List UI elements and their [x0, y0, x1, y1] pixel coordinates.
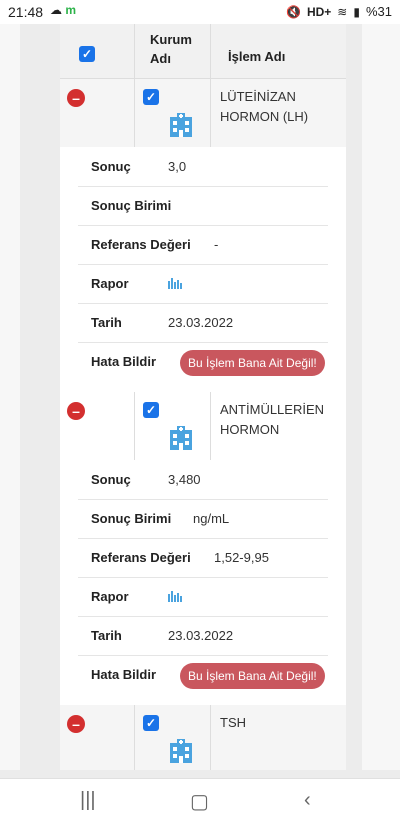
reference-label: Referans Değeri	[91, 237, 191, 252]
cell-divider	[134, 705, 135, 770]
error-label: Hata Bildir	[91, 667, 157, 682]
date-label: Tarih	[91, 315, 122, 330]
cell-divider	[210, 79, 211, 147]
detail-row-report-error: Hata Bildir Bu İşlem Bana Ait Değil!	[78, 655, 328, 694]
wifi-icon: ≋	[337, 4, 348, 19]
mute-icon: 🔇	[286, 4, 301, 19]
detail-row-reference: Referans Değeri 1,52-9,95	[78, 538, 328, 578]
signal-icon: ▮	[353, 4, 360, 19]
header-divider	[210, 24, 211, 78]
table-row: – ✓ TSH	[60, 705, 346, 770]
table-row: – ✓ ANTİMÜLLERİEN HORMON	[60, 392, 346, 460]
detail-row-unit: Sonuç Birimi ng/mL	[78, 499, 328, 539]
app-icon: m	[65, 3, 77, 17]
reference-value: 1,52-9,95	[214, 550, 269, 565]
remove-row-button[interactable]: –	[67, 89, 85, 107]
recent-apps-icon[interactable]: |||	[80, 789, 96, 812]
unit-label: Sonuç Birimi	[91, 511, 172, 526]
not-my-procedure-button[interactable]: Bu İşlem Bana Ait Değil!	[180, 663, 325, 689]
hospital-building-icon	[170, 426, 192, 450]
date-value: 23.03.2022	[168, 315, 234, 330]
unit-value: ng/mL	[193, 511, 230, 526]
report-chart-icon[interactable]	[168, 590, 182, 602]
error-label: Hata Bildir	[91, 354, 157, 369]
detail-row-reference: Referans Değeri -	[78, 225, 328, 265]
header-divider	[134, 24, 135, 78]
cell-divider	[210, 392, 211, 460]
page-margin-right	[362, 24, 400, 770]
procedure-name: LÜTEİNİZAN HORMON (LH)	[220, 89, 309, 124]
detail-row-unit: Sonuç Birimi	[78, 186, 328, 226]
date-label: Tarih	[91, 628, 122, 643]
remove-row-button[interactable]: –	[67, 402, 85, 420]
navigation-bar: ||| ▢ ‹	[0, 778, 400, 823]
cloud-icon: ☁	[50, 3, 62, 17]
result-value: 3,480	[168, 472, 201, 487]
not-my-procedure-button[interactable]: Bu İşlem Bana Ait Değil!	[180, 350, 325, 376]
detail-row-report-error: Hata Bildir Bu İşlem Bana Ait Değil!	[78, 342, 328, 381]
home-icon[interactable]: ▢	[190, 789, 209, 814]
detail-row-report: Rapor	[78, 577, 328, 617]
reference-value: -	[214, 237, 219, 252]
report-label: Rapor	[91, 276, 129, 291]
reference-label: Referans Değeri	[91, 550, 191, 565]
cell-divider	[134, 79, 135, 147]
network-label: HD+	[306, 4, 332, 19]
hospital-building-icon	[170, 113, 192, 137]
procedure-name: ANTİMÜLLERİEN HORMON	[220, 402, 325, 437]
procedure-name: TSH	[220, 715, 246, 730]
unit-label: Sonuç Birimi	[91, 198, 172, 213]
detail-row-result: Sonuç 3,480	[78, 460, 328, 500]
detail-row-date: Tarih 23.03.2022	[78, 616, 328, 656]
back-icon[interactable]: ‹	[304, 789, 311, 812]
detail-row-result: Sonuç 3,0	[78, 147, 328, 187]
header-institution: Kurum Adı	[150, 32, 192, 66]
notification-icons: ☁ m	[50, 3, 76, 17]
system-icons: 🔇 HD+ ≋ ▮ %31	[286, 4, 392, 19]
detail-row-date: Tarih 23.03.2022	[78, 303, 328, 343]
battery-level: %31	[365, 4, 392, 19]
row-checkbox[interactable]: ✓	[143, 402, 159, 418]
table-row: – ✓ LÜTEİNİZAN HORMON (LH)	[60, 79, 346, 147]
cell-divider	[210, 705, 211, 770]
detail-row-report: Rapor	[78, 264, 328, 304]
table-header: ✓ Kurum Adı İşlem Adı	[60, 24, 346, 79]
row-checkbox[interactable]: ✓	[143, 89, 159, 105]
status-time: 21:48	[8, 4, 44, 20]
row-checkbox[interactable]: ✓	[143, 715, 159, 731]
date-value: 23.03.2022	[168, 628, 234, 643]
page-margin-left	[0, 24, 20, 770]
result-value: 3,0	[168, 159, 187, 174]
result-label: Sonuç	[91, 472, 131, 487]
procedures-table: ✓ Kurum Adı İşlem Adı – ✓ LÜTEİNİZAN HOR…	[60, 24, 346, 770]
status-bar: 21:48 ☁ m 🔇 HD+ ≋ ▮ %31	[0, 0, 400, 24]
report-label: Rapor	[91, 589, 129, 604]
hospital-building-icon	[170, 739, 192, 763]
cell-divider	[134, 392, 135, 460]
result-label: Sonuç	[91, 159, 131, 174]
select-all-checkbox[interactable]: ✓	[79, 46, 95, 62]
header-procedure: İşlem Adı	[228, 49, 286, 64]
remove-row-button[interactable]: –	[67, 715, 85, 733]
report-chart-icon[interactable]	[168, 277, 182, 289]
